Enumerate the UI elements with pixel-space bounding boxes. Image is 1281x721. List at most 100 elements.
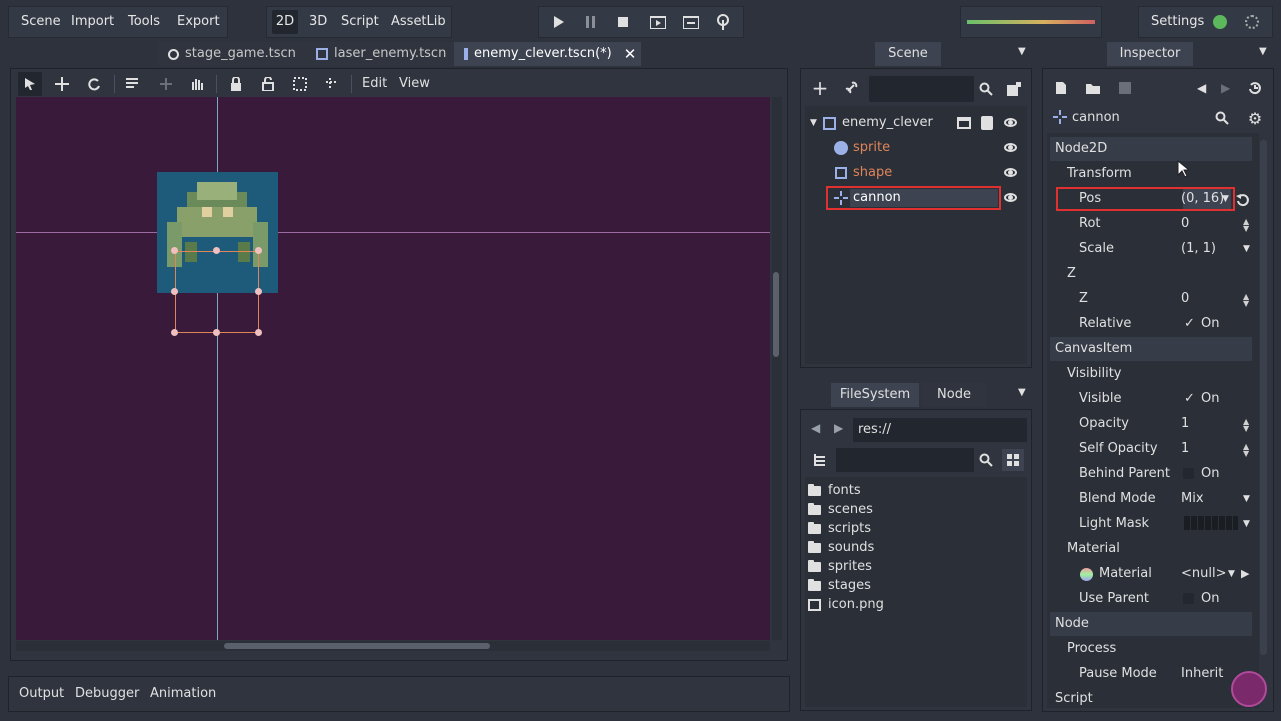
z-value[interactable]: 0 — [1181, 287, 1189, 311]
property-light-mask[interactable]: Light Mask ▼ — [1050, 512, 1260, 536]
lock-icon[interactable] — [226, 72, 246, 96]
dropdown-arrow-icon[interactable]: ▼ — [1228, 562, 1235, 586]
file-item-stages[interactable]: stages — [808, 576, 871, 595]
play-scene-icon[interactable] — [648, 12, 668, 32]
shape-handle[interactable] — [171, 288, 178, 295]
property-visible[interactable]: Visible ✓ On — [1050, 387, 1260, 411]
scene-dock-tab[interactable]: Scene — [875, 42, 941, 66]
section-node2d[interactable]: Node2D — [1050, 137, 1252, 161]
file-item-sprites[interactable]: sprites — [808, 557, 872, 576]
spinner-arrows-icon[interactable]: ▲ ▼ — [1243, 218, 1249, 233]
property-pause-mode[interactable]: Pause Mode Inherit — [1050, 662, 1260, 686]
menu-tools[interactable]: Tools — [128, 10, 160, 34]
property-scale[interactable]: Scale (1, 1) ▼ — [1050, 237, 1260, 261]
spinner-arrows-icon[interactable]: ▲ ▼ — [1243, 293, 1249, 308]
tab-animation[interactable]: Animation — [150, 686, 216, 701]
pause-value[interactable]: Inherit — [1181, 662, 1223, 686]
mode-script[interactable]: Script — [341, 10, 379, 34]
play-icon[interactable] — [548, 12, 568, 32]
mode-3d[interactable]: 3D — [309, 10, 327, 34]
blend-value[interactable]: Mix — [1181, 487, 1204, 511]
property-blend-mode[interactable]: Blend Mode Mix ▼ — [1050, 487, 1260, 511]
checkmark-icon[interactable]: ✓ — [1184, 387, 1195, 411]
spinner-arrows-icon[interactable]: ▲ ▼ — [1243, 443, 1249, 458]
dropdown-arrow-icon[interactable]: ▼ — [1243, 487, 1250, 511]
grid-view-icon[interactable] — [1002, 449, 1024, 471]
pause-icon[interactable] — [581, 12, 601, 32]
section-node[interactable]: Node — [1050, 612, 1252, 636]
collapse-arrow-icon[interactable]: ▼ — [810, 111, 817, 135]
shape-handle[interactable] — [213, 247, 220, 254]
property-material[interactable]: Material <null> ▼ ▶ — [1050, 562, 1260, 586]
pivot-tool-icon[interactable] — [156, 72, 176, 96]
file-item-scripts[interactable]: scripts — [808, 519, 871, 538]
rotate-tool-icon[interactable] — [84, 72, 104, 96]
shape-handle[interactable] — [213, 329, 220, 336]
visibility-eye-icon[interactable] — [1004, 193, 1017, 202]
edit-menu[interactable]: Edit — [362, 72, 387, 96]
checkbox[interactable] — [1183, 593, 1194, 604]
menu-export[interactable]: Export — [177, 10, 220, 34]
shape-handle[interactable] — [171, 329, 178, 336]
settings-menu[interactable]: Settings — [1151, 10, 1204, 34]
property-pos[interactable]: Pos (0, 16) ▼ — [1050, 187, 1260, 211]
mode-assetlib[interactable]: AssetLib — [391, 10, 446, 34]
tree-node-enemy-clever[interactable]: ▼ enemy_clever — [806, 111, 1026, 135]
file-item-sounds[interactable]: sounds — [808, 538, 874, 557]
spinner-arrows-icon[interactable]: ▲ ▼ — [1243, 418, 1249, 433]
group-material[interactable]: Material — [1050, 537, 1260, 561]
tree-node-cannon[interactable]: cannon — [806, 186, 1026, 210]
menu-import[interactable]: Import — [71, 10, 114, 34]
scrollbar-thumb[interactable] — [773, 272, 779, 357]
inspector-scrollbar[interactable] — [1260, 140, 1267, 655]
new-resource-icon[interactable] — [1052, 78, 1070, 98]
tab-laser-enemy[interactable]: laser_enemy.tscn — [306, 42, 457, 66]
open-folder-icon[interactable] — [1083, 78, 1103, 98]
vertical-scrollbar[interactable] — [772, 97, 782, 640]
tree-node-sprite[interactable]: sprite — [806, 136, 1026, 160]
mode-2d[interactable]: 2D — [272, 10, 298, 34]
group-visibility[interactable]: Visibility — [1050, 362, 1260, 386]
file-item-fonts[interactable]: fonts — [808, 481, 861, 500]
section-canvasitem[interactable]: CanvasItem — [1050, 337, 1252, 361]
group-z[interactable]: Z — [1050, 262, 1260, 286]
chevron-right-icon[interactable]: ▶ — [1241, 562, 1249, 586]
tree-view-icon[interactable] — [810, 450, 830, 470]
property-use-parent[interactable]: Use Parent On — [1050, 587, 1260, 611]
scale-value[interactable]: (1, 1) — [1181, 237, 1216, 261]
history-back-icon[interactable]: ◀ — [1197, 81, 1206, 95]
view-menu[interactable]: View — [399, 72, 430, 96]
rot-value[interactable]: 0 — [1181, 212, 1189, 236]
group-script[interactable]: Script — [1050, 687, 1260, 711]
instance-scene-icon[interactable] — [1004, 79, 1024, 99]
shape-handle[interactable] — [255, 288, 262, 295]
pan-tool-icon[interactable] — [187, 72, 207, 96]
light-mask-grid[interactable] — [1184, 516, 1238, 530]
scrollbar-thumb[interactable] — [224, 643, 490, 649]
horizontal-scrollbar[interactable] — [16, 641, 770, 651]
material-value[interactable]: <null> — [1181, 562, 1227, 586]
shape-handle[interactable] — [255, 247, 262, 254]
gear-icon[interactable]: ⚙ — [1245, 108, 1265, 128]
dropdown-arrow-icon[interactable]: ▼ — [1243, 237, 1250, 261]
search-icon[interactable] — [1212, 108, 1232, 128]
property-relative[interactable]: Relative ✓ On — [1050, 312, 1260, 336]
move-tool-icon[interactable] — [52, 72, 72, 96]
visibility-eye-icon[interactable] — [1004, 168, 1017, 177]
stop-icon[interactable] — [613, 12, 633, 32]
property-rot[interactable]: Rot 0 ▲ ▼ — [1050, 212, 1260, 236]
scene-filter-input[interactable] — [869, 76, 974, 102]
tab-debugger[interactable]: Debugger — [75, 686, 139, 701]
shape-handle[interactable] — [171, 247, 178, 254]
shape-handle[interactable] — [255, 329, 262, 336]
checkbox[interactable] — [1183, 468, 1194, 479]
group-process[interactable]: Process — [1050, 637, 1260, 661]
ungroup-icon[interactable] — [322, 72, 342, 96]
list-tool-icon[interactable] — [122, 72, 142, 96]
tab-enemy-clever[interactable]: enemy_clever.tscn(*) ✕ — [454, 42, 641, 66]
opacity-value[interactable]: 1 — [1181, 412, 1189, 436]
filesystem-tab[interactable]: FileSystem — [831, 383, 919, 407]
file-search-input[interactable] — [836, 448, 974, 472]
file-item-icon[interactable]: icon.png — [808, 595, 884, 614]
property-behind-parent[interactable]: Behind Parent On — [1050, 462, 1260, 486]
